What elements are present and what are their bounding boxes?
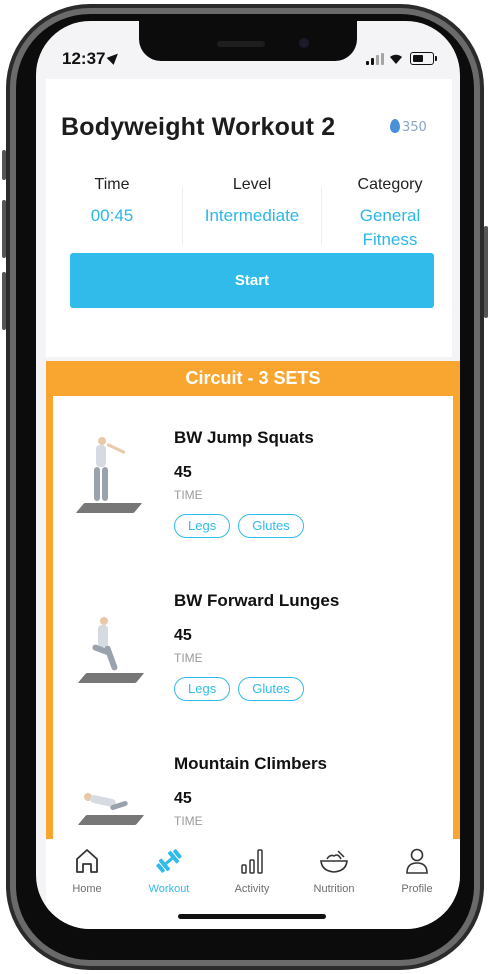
exercise-item[interactable]: BW Forward Lunges 45 TIME Legs Glutes <box>174 591 339 701</box>
exercise-value: 45 <box>174 464 192 481</box>
home-icon <box>76 849 98 873</box>
circuit-title: Circuit - 3 SETS <box>46 361 460 396</box>
bar-chart-icon <box>241 849 263 874</box>
exercise-unit: TIME <box>174 651 203 665</box>
phone-volume-up <box>2 200 6 258</box>
stat-label: Time <box>94 176 130 193</box>
exercise-thumbnail[interactable] <box>72 433 143 517</box>
dumbbell-icon <box>156 849 182 873</box>
stat-label: Category <box>357 176 423 193</box>
stat-category: Category General Fitness <box>338 176 442 252</box>
phone-notch <box>139 21 357 61</box>
stat-value: General Fitness <box>359 206 421 249</box>
start-button[interactable]: Start <box>70 253 434 308</box>
nav-label: Profile <box>401 883 433 895</box>
calories-badge: 350 <box>390 119 427 135</box>
wifi-icon <box>390 54 402 64</box>
battery-icon <box>410 52 437 65</box>
workout-title: Bodyweight Workout 2 <box>61 113 336 141</box>
signal-icon <box>366 53 384 65</box>
bowl-icon <box>320 850 348 873</box>
stat-level: Level Intermediate <box>184 176 320 228</box>
phone-side-button <box>2 150 6 180</box>
nav-home[interactable]: Home <box>52 847 122 895</box>
nav-label: Activity <box>234 883 270 895</box>
person-icon <box>406 848 428 874</box>
nav-label: Home <box>72 883 102 895</box>
exercise-item[interactable]: BW Jump Squats 45 TIME Legs Glutes <box>174 428 314 538</box>
nav-profile[interactable]: Profile <box>382 847 452 895</box>
tag-legs[interactable]: Legs <box>174 514 231 538</box>
status-time: 12:37 <box>62 49 122 69</box>
exercise-item[interactable]: Mountain Climbers 45 TIME <box>174 754 327 828</box>
exercise-unit: TIME <box>174 814 203 828</box>
divider <box>321 187 322 245</box>
phone-power-button <box>484 226 488 318</box>
nav-activity[interactable]: Activity <box>217 847 287 895</box>
exercise-value: 45 <box>174 627 192 644</box>
stat-time: Time 00:45 <box>72 176 152 228</box>
flame-icon <box>390 119 400 133</box>
nav-workout[interactable]: Workout <box>134 847 204 895</box>
phone-volume-down <box>2 272 6 330</box>
stat-label: Level <box>232 176 272 193</box>
exercise-unit: TIME <box>174 488 203 502</box>
divider <box>182 187 183 245</box>
exercise-name: BW Forward Lunges <box>174 591 340 610</box>
app-screen: 12:37 Bodyweight Workout 2 350 Time 00:4… <box>36 21 460 929</box>
calories-value: 350 <box>402 120 427 135</box>
nav-label: Nutrition <box>313 883 355 895</box>
exercise-thumbnail[interactable] <box>72 611 145 695</box>
location-arrow-icon <box>107 50 122 65</box>
tag-glutes[interactable]: Glutes <box>238 677 304 701</box>
nav-label: Workout <box>148 883 190 895</box>
stat-value: 00:45 <box>90 206 134 225</box>
stat-value: Intermediate <box>204 206 300 225</box>
tag-glutes[interactable]: Glutes <box>238 514 304 538</box>
exercise-name: BW Jump Squats <box>174 428 314 447</box>
exercise-value: 45 <box>174 790 192 807</box>
home-indicator[interactable] <box>178 914 326 919</box>
tag-legs[interactable]: Legs <box>174 677 231 701</box>
nav-nutrition[interactable]: Nutrition <box>299 847 369 895</box>
exercise-name: Mountain Climbers <box>174 754 328 773</box>
